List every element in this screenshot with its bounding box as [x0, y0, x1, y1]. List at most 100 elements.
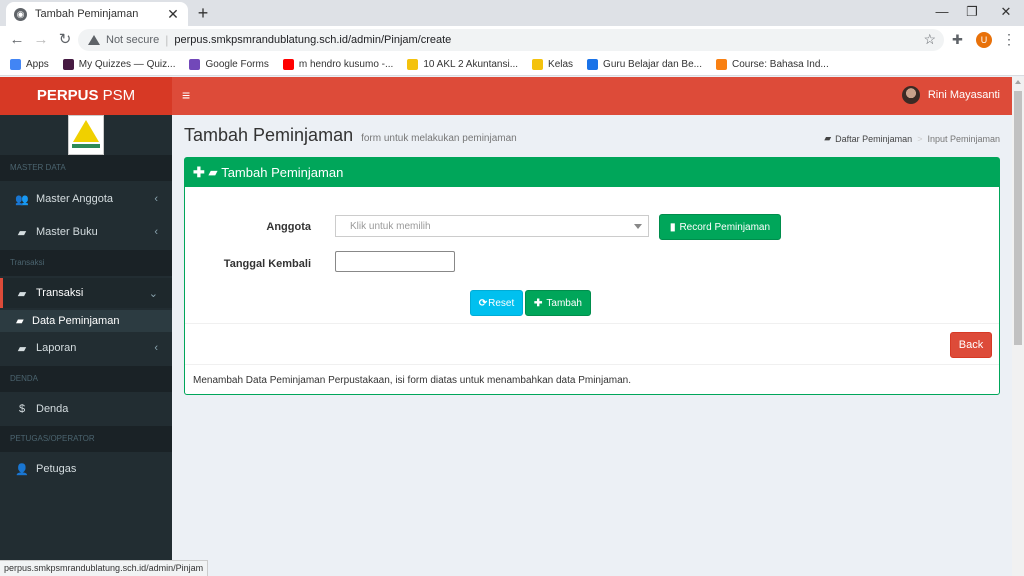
sidebar-item-master-anggota[interactable]: 👥 Master Anggota ‹ [0, 184, 172, 214]
sidebar-item-laporan[interactable]: ▰ Laporan ‹ [0, 333, 172, 363]
omnibox[interactable]: Not secure | perpus.smkpsmrandublatung.s… [78, 29, 944, 51]
users-icon: 👥 [15, 193, 29, 206]
record-peminjaman-button[interactable]: ▮ Record Peminjaman [659, 214, 781, 240]
bookmark-favicon-icon [189, 59, 201, 70]
bookmark-favicon-icon [282, 59, 294, 70]
form-divider [185, 323, 999, 324]
form-footer-note: Menambah Data Peminjaman Perpustakaan, i… [193, 375, 632, 386]
sidebar-item-petugas[interactable]: 👤 Petugas [0, 454, 172, 484]
browser-tabbar: ◉ Tambah Peminjaman ✕ + — ❐ ✕ [0, 0, 1024, 26]
user-name: Rini Mayasanti [927, 89, 1000, 101]
record-peminjaman-label: Record Peminjaman [679, 221, 771, 233]
apps-grid-icon [10, 59, 21, 70]
user-avatar [901, 86, 920, 104]
book-icon: ▰ [17, 226, 27, 239]
bookmark-label: m hendro kusumo -... [298, 59, 394, 70]
book-icon: ▰ [17, 342, 27, 355]
breadcrumb-current: Input Peminjaman [927, 133, 1000, 144]
book-icon: ▰ [824, 133, 832, 143]
bookmark-label: Guru Belajar dan Be... [603, 59, 702, 70]
sidebar-item-label: Laporan [36, 342, 77, 354]
restore-icon[interactable]: ❐ [962, 4, 982, 20]
new-tab-button[interactable]: + [194, 3, 212, 23]
browser-tab[interactable]: ◉ Tambah Peminjaman ✕ [6, 2, 188, 26]
scroll-up-arrow-icon[interactable] [1015, 80, 1021, 84]
anggota-label: Anggota [266, 221, 311, 233]
bookmark-star-icon[interactable]: ☆ [923, 31, 936, 48]
globe-icon: ◉ [14, 7, 27, 21]
hamburger-menu-icon[interactable]: ≡ [182, 87, 190, 103]
sidebar-item-master-buku[interactable]: ▰ Master Buku ‹ [0, 217, 172, 247]
bookmark-item[interactable]: Course: Bahasa Ind... [716, 59, 829, 70]
form-box-header: ✚ ▰ Tambah Peminjaman [185, 158, 999, 187]
anggota-select[interactable]: Klik untuk memilih [335, 215, 649, 237]
reload-icon[interactable]: ↻ [56, 31, 74, 49]
sidebar-item-denda[interactable]: $ Denda [0, 394, 172, 424]
minimize-icon[interactable]: — [932, 4, 952, 19]
back-button[interactable]: Back [950, 332, 992, 358]
sidebar-item-label: Denda [36, 403, 69, 415]
close-window-icon[interactable]: ✕ [996, 4, 1016, 20]
app-logo[interactable]: PERPUS PSM [0, 77, 172, 115]
page-title-block: Tambah Peminjaman form untuk melakukan p… [184, 125, 517, 146]
bookmark-item[interactable]: Kelas [532, 59, 573, 70]
tanggal-kembali-input[interactable] [335, 251, 455, 272]
page-title: Tambah Peminjaman [184, 125, 354, 145]
bookmark-item[interactable]: Apps [10, 59, 49, 70]
book-icon: ▰ [16, 315, 24, 327]
profile-avatar[interactable]: U [976, 32, 992, 48]
sidebar-item-transaksi[interactable]: ▰ Transaksi ⌄ [0, 278, 172, 308]
breadcrumb-parent[interactable]: Daftar Peminjaman [835, 134, 912, 144]
page-scrollbar[interactable] [1012, 77, 1024, 576]
sidebar-logo [0, 115, 172, 155]
not-secure-label: Not secure [106, 34, 160, 46]
bookmark-label: My Quizzes — Quiz... [78, 59, 176, 70]
breadcrumb: ▰ Daftar Peminjaman > Input Peminjaman [824, 133, 1000, 144]
bookmark-label: Apps [26, 59, 49, 70]
sidebar: MASTER DATA 👥 Master Anggota ‹ ▰ Master … [0, 115, 172, 561]
address-bar: ← → ↻ Not secure | perpus.smkpsmrandubla… [0, 26, 1024, 54]
kebab-menu-icon[interactable]: ⋮ [1002, 31, 1016, 48]
scrollbar-thumb[interactable] [1014, 91, 1022, 345]
extensions-puzzle-icon[interactable]: ✚ [952, 32, 963, 48]
form-box-title: Tambah Peminjaman [221, 165, 344, 180]
footer-divider [185, 364, 999, 365]
omnibox-separator: | [165, 33, 169, 47]
sidebar-item-label: Petugas [36, 463, 77, 475]
refresh-icon: ⟳ [478, 297, 488, 309]
app-header: PERPUS PSM ≡ Rini Mayasanti [0, 77, 1012, 115]
bookmark-item[interactable]: 10 AKL 2 Akuntansi... [407, 59, 518, 70]
back-arrow-icon[interactable]: ← [8, 31, 26, 49]
url-text[interactable]: perpus.smkpsmrandublatung.sch.id/admin/P… [174, 34, 451, 46]
logo-rest-text: PSM [98, 87, 136, 104]
bookmark-item[interactable]: Guru Belajar dan Be... [587, 59, 702, 70]
chevron-down-icon: ⌄ [148, 287, 158, 300]
sidebar-item-label: Master Anggota [36, 193, 114, 205]
bookmark-favicon-icon [716, 59, 727, 70]
bookmark-label: Google Forms [205, 59, 269, 70]
school-logo-icon [68, 115, 104, 155]
book-icon: ▰ [17, 287, 27, 300]
reset-button[interactable]: ⟳ Reset [470, 290, 523, 316]
reset-label: Reset [488, 297, 515, 309]
user-plus-icon: 👤 [15, 463, 29, 476]
bookmark-item[interactable]: Google Forms [189, 59, 269, 70]
sidebar-header-master-data: MASTER DATA [0, 155, 172, 181]
sidebar-item-label: Transaksi [36, 287, 84, 299]
tanggal-kembali-label: Tanggal Kembali [223, 258, 311, 270]
tambah-button[interactable]: ✚ Tambah [525, 290, 591, 316]
chevron-left-icon: ‹ [154, 226, 158, 238]
user-menu[interactable]: Rini Mayasanti [901, 86, 1000, 104]
close-tab-icon[interactable]: ✕ [166, 6, 180, 23]
bookmark-item[interactable]: m hendro kusumo -... [282, 59, 394, 70]
bookmark-item[interactable]: My Quizzes — Quiz... [62, 59, 176, 70]
bookmark-favicon-icon [407, 59, 419, 70]
forward-arrow-icon[interactable]: → [32, 31, 50, 49]
sidebar-subitem-data-peminjaman[interactable]: ▰ Data Peminjaman [0, 310, 172, 332]
sidebar-header-denda: DENDA [0, 366, 172, 392]
plus-icon: ✚ [534, 297, 543, 309]
bookmarks-bar: Apps My Quizzes — Quiz... Google Forms m he… [0, 54, 1024, 76]
tambah-label: Tambah [546, 297, 582, 309]
plus-icon: ✚ [193, 164, 205, 180]
sidebar-header-petugas: PETUGAS/OPERATOR [0, 426, 172, 452]
